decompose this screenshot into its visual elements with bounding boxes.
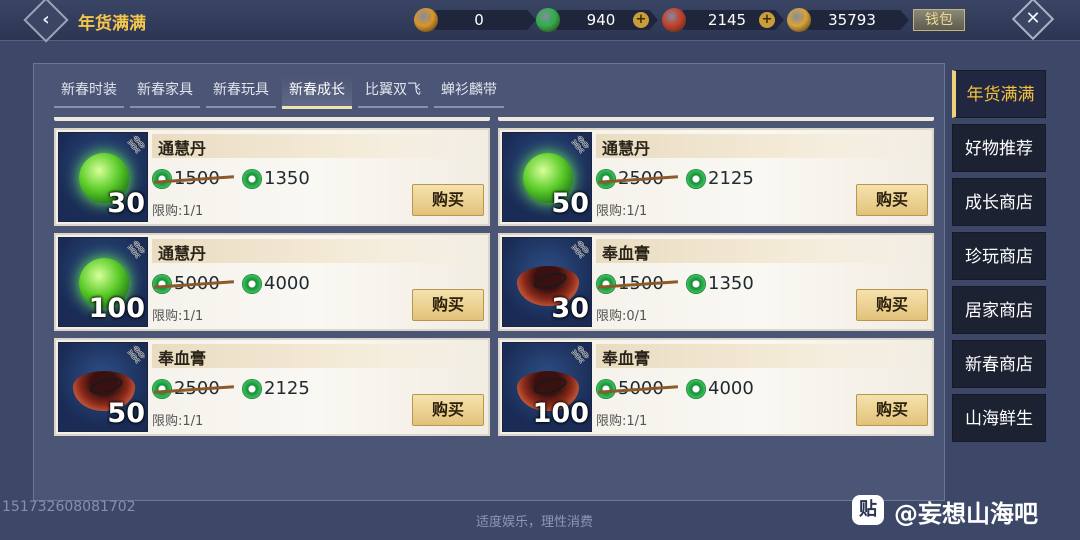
tab-6[interactable]: 蝉衫麟带 bbox=[434, 76, 504, 108]
item-quantity: 100 bbox=[532, 398, 589, 429]
buy-button[interactable]: 购买 bbox=[856, 184, 928, 216]
side-nav-item-2[interactable]: 好物推荐 bbox=[952, 124, 1046, 172]
sale-price-value: 4000 bbox=[264, 273, 310, 294]
buy-button[interactable]: 购买 bbox=[856, 394, 928, 426]
user-id: 151732608081702 bbox=[2, 499, 136, 515]
buy-button[interactable]: 购买 bbox=[412, 394, 484, 426]
item-thumbnail[interactable]: ⛓ 30 bbox=[502, 237, 592, 327]
shop-item-card[interactable]: ⛓30奉血膏15001350限购:0/1购买 bbox=[498, 233, 934, 331]
item-thumbnail[interactable]: ⛓ 50 bbox=[58, 342, 148, 432]
shop-item-card[interactable]: ⛓30通慧丹15001350限购:1/1购买 bbox=[54, 128, 490, 226]
close-icon: ✕ bbox=[1025, 8, 1041, 29]
jade-currency-icon bbox=[242, 169, 262, 189]
jade-currency-icon bbox=[686, 274, 706, 294]
buy-button[interactable]: 购买 bbox=[856, 289, 928, 321]
item-name: 通慧丹 bbox=[602, 139, 651, 158]
link-icon: ⛓ bbox=[123, 132, 148, 158]
link-icon: ⛓ bbox=[123, 342, 148, 368]
item-quantity: 100 bbox=[88, 293, 145, 324]
tab-4[interactable]: 新春成长 bbox=[282, 76, 352, 109]
purchase-limit: 限购:1/1 bbox=[152, 309, 204, 324]
top-bar: ‹ 年货满满 0 940 +2145 +35793 钱包 ✕ bbox=[0, 0, 1080, 43]
sale-price-value: 1350 bbox=[264, 168, 310, 189]
tab-2[interactable]: 新春家具 bbox=[130, 76, 200, 108]
item-name: 通慧丹 bbox=[158, 244, 207, 263]
purchase-limit: 限购:1/1 bbox=[596, 414, 648, 429]
link-icon: ⛓ bbox=[567, 342, 592, 368]
back-arrow-icon: ‹ bbox=[42, 9, 50, 30]
item-thumbnail[interactable]: ⛓ 100 bbox=[502, 342, 592, 432]
side-nav-item-4[interactable]: 珍玩商店 bbox=[952, 232, 1046, 280]
jade-currency-icon bbox=[686, 169, 706, 189]
health-notice: 适度娱乐，理性消费 bbox=[476, 515, 594, 530]
purchase-limit: 限购:0/1 bbox=[596, 309, 648, 324]
add-currency-button[interactable]: + bbox=[759, 12, 775, 28]
item-thumbnail[interactable]: ⛓ 50 bbox=[502, 132, 592, 222]
jade-currency-icon bbox=[242, 379, 262, 399]
shop-item-card[interactable]: ⛓100奉血膏50004000限购:1/1购买 bbox=[498, 338, 934, 436]
currency-value: 35793 bbox=[828, 11, 876, 29]
item-name: 奉血膏 bbox=[158, 349, 207, 368]
link-icon: ⛓ bbox=[567, 132, 592, 158]
item-quantity: 30 bbox=[107, 188, 145, 219]
jade-currency-icon bbox=[686, 379, 706, 399]
shop-item-card[interactable]: ⛓50通慧丹25002125限购:1/1购买 bbox=[498, 128, 934, 226]
buy-button[interactable]: 购买 bbox=[412, 184, 484, 216]
page-title: 年货满满 bbox=[78, 14, 146, 34]
tab-1[interactable]: 新春时装 bbox=[54, 76, 124, 108]
item-name: 通慧丹 bbox=[158, 139, 207, 158]
tab-3[interactable]: 新春玩具 bbox=[206, 76, 276, 108]
item-thumbnail[interactable]: ⛓ 100 bbox=[58, 237, 148, 327]
currency-value: 0 bbox=[474, 11, 484, 29]
wallet-button[interactable]: 钱包 bbox=[913, 9, 965, 31]
purchase-limit: 限购:1/1 bbox=[596, 204, 648, 219]
scrolled-card-edge bbox=[54, 117, 490, 121]
tab-5[interactable]: 比翼双飞 bbox=[358, 76, 428, 108]
tieba-logo-icon: 贴 bbox=[852, 495, 884, 525]
side-nav-item-1[interactable]: 年货满满 bbox=[952, 70, 1046, 118]
sale-price-value: 2125 bbox=[264, 378, 310, 399]
shop-panel: 新春时装新春家具新春玩具新春成长比翼双飞蝉衫麟带 ⛓30通慧丹15001350限… bbox=[33, 63, 945, 501]
side-nav-item-6[interactable]: 新春商店 bbox=[952, 340, 1046, 388]
jade-currency-icon bbox=[242, 274, 262, 294]
buy-button[interactable]: 购买 bbox=[412, 289, 484, 321]
shop-item-card[interactable]: ⛓100通慧丹50004000限购:1/1购买 bbox=[54, 233, 490, 331]
link-icon: ⛓ bbox=[567, 237, 592, 263]
watermark-text: @妄想山海吧 bbox=[894, 500, 1038, 528]
close-button[interactable]: ✕ bbox=[1011, 0, 1055, 41]
shop-item-card[interactable]: ⛓50奉血膏25002125限购:1/1购买 bbox=[54, 338, 490, 436]
side-nav-item-7[interactable]: 山海鲜生 bbox=[952, 394, 1046, 442]
side-nav-item-5[interactable]: 居家商店 bbox=[952, 286, 1046, 334]
sale-price-value: 4000 bbox=[708, 378, 754, 399]
side-nav-item-3[interactable]: 成长商店 bbox=[952, 178, 1046, 226]
back-button[interactable]: ‹ bbox=[23, 0, 69, 43]
item-quantity: 50 bbox=[551, 188, 589, 219]
link-icon: ⛓ bbox=[123, 237, 148, 263]
purchase-limit: 限购:1/1 bbox=[152, 414, 204, 429]
sale-price-value: 2125 bbox=[708, 168, 754, 189]
item-name: 奉血膏 bbox=[602, 244, 651, 263]
item-quantity: 50 bbox=[107, 398, 145, 429]
item-thumbnail[interactable]: ⛓ 30 bbox=[58, 132, 148, 222]
sale-price-value: 1350 bbox=[708, 273, 754, 294]
scrolled-card-edge bbox=[498, 117, 934, 121]
item-name: 奉血膏 bbox=[602, 349, 651, 368]
add-currency-button[interactable]: + bbox=[633, 12, 649, 28]
item-quantity: 30 bbox=[551, 293, 589, 324]
purchase-limit: 限购:1/1 bbox=[152, 204, 204, 219]
